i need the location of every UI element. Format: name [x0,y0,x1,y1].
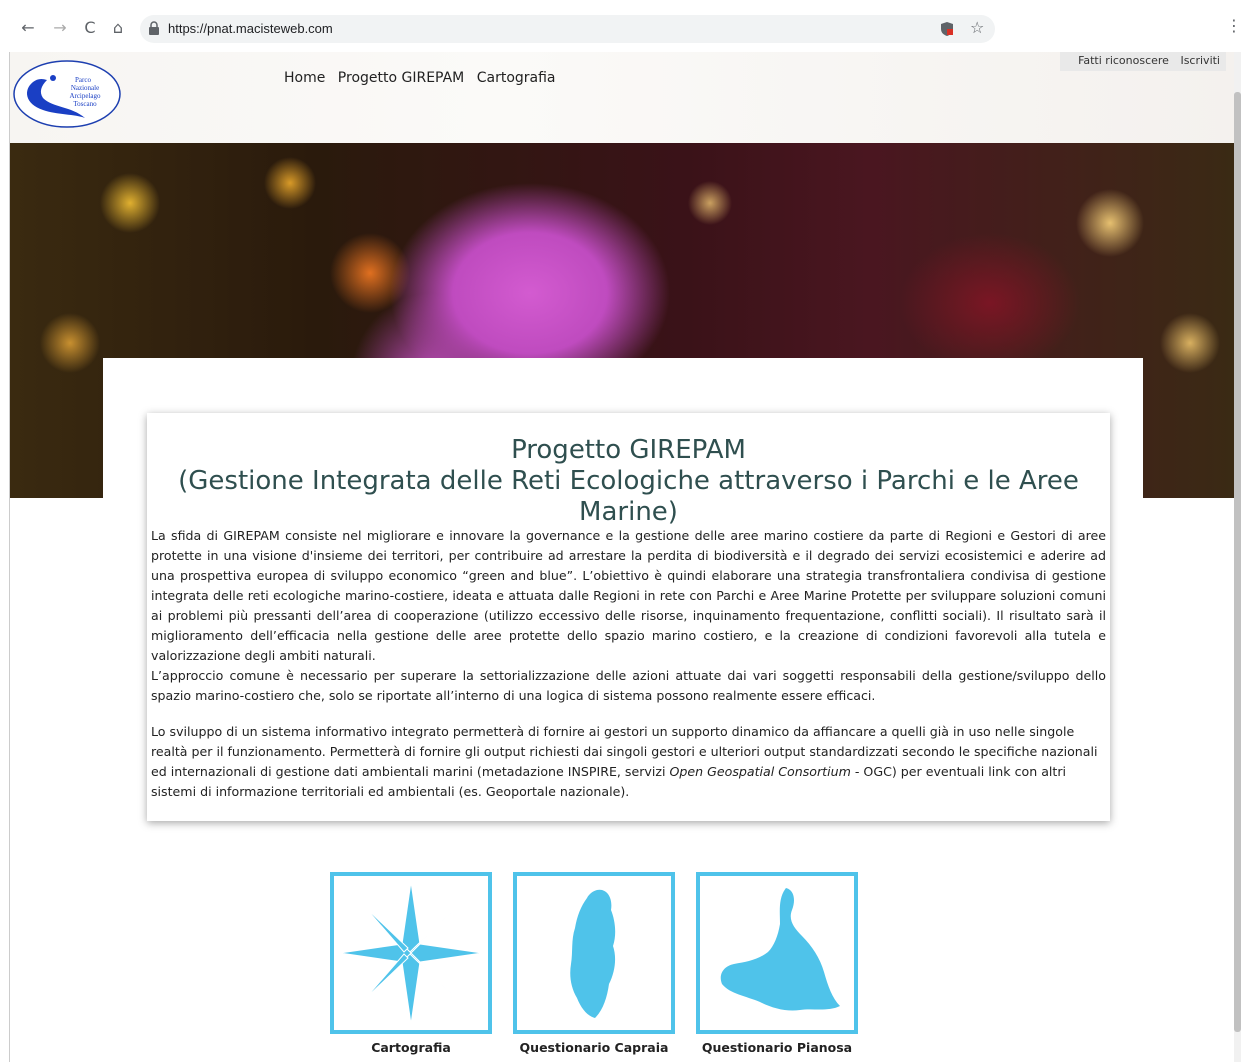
site-header: Parco Nazionale Arcipelago Toscano Home … [10,52,1238,143]
tile-frame [513,872,675,1034]
register-link[interactable]: Iscriviti [1180,54,1220,67]
paragraph-1b-text: L’approccio comune è necessario per supe… [151,668,1106,703]
address-bar[interactable]: https://pnat.macisteweb.com ☆ [140,15,995,43]
park-logo[interactable]: Parco Nazionale Arcipelago Toscano [13,60,121,128]
ogc-italic: Open Geospatial Consortium [669,764,851,779]
scrollbar-thumb[interactable] [1234,92,1241,1032]
bookmark-star-icon[interactable]: ☆ [970,18,984,37]
main-nav: Home Progetto GIREPAM Cartografia [284,70,564,86]
reload-icon[interactable]: C [80,18,100,38]
nav-progetto-girepam[interactable]: Progetto GIREPAM [338,70,464,86]
tiles-row: Cartografia Questionario Capraia Questio… [330,872,870,1062]
web-page: Parco Nazionale Arcipelago Toscano Home … [9,52,1238,1062]
paragraph-1-text: La sfida di GIREPAM consiste nel miglior… [151,528,1106,663]
article-card: Progetto GIREPAM (Gestione Integrata del… [147,413,1110,821]
pianosa-island-icon [720,888,840,1011]
home-icon[interactable]: ⌂ [108,18,128,38]
logo-text-4: Toscano [73,100,97,108]
nav-cartografia[interactable]: Cartografia [477,70,556,86]
page-title: Progetto GIREPAM (Gestione Integrata del… [147,435,1110,528]
compass-rose-icon [339,881,483,1025]
logo-text-2: Nazionale [71,84,99,92]
tile-label[interactable]: Questionario Pianosa [696,1040,858,1055]
tile-label[interactable]: Questionario Capraia [513,1040,675,1055]
tile-questionario-pianosa[interactable]: Questionario Pianosa [696,872,858,1055]
nav-home[interactable]: Home [284,70,325,86]
back-icon[interactable]: ← [18,18,38,38]
browser-chrome: ← → C ⌂ https://pnat.macisteweb.com ☆ ⋮ [0,0,1243,52]
tile-frame [696,872,858,1034]
logo-text-3: Arcipelago [69,92,101,100]
logo-text-1: Parco [75,76,91,84]
url-text[interactable]: https://pnat.macisteweb.com [168,21,333,36]
tile-label[interactable]: Cartografia [330,1040,492,1055]
title-line-1: Progetto GIREPAM [511,435,746,465]
tile-cartografia[interactable]: Cartografia [330,872,492,1055]
vertical-scrollbar[interactable] [1234,52,1241,1062]
paragraph-2: Lo sviluppo di un sistema informativo in… [151,722,1106,802]
browser-menu-icon[interactable]: ⋮ [1226,16,1242,35]
tile-questionario-capraia[interactable]: Questionario Capraia [513,872,675,1055]
user-bar: Fatti riconoscere Iscriviti [1060,52,1226,71]
blocked-content-icon[interactable] [940,21,954,37]
login-link[interactable]: Fatti riconoscere [1078,54,1169,67]
paragraph-1: La sfida di GIREPAM consiste nel miglior… [151,526,1106,706]
tile-frame [330,872,492,1034]
forward-icon[interactable]: → [50,18,70,38]
capraia-island-icon [570,889,616,1018]
lock-icon [149,21,159,35]
title-line-2: (Gestione Integrata delle Reti Ecologich… [178,466,1079,527]
